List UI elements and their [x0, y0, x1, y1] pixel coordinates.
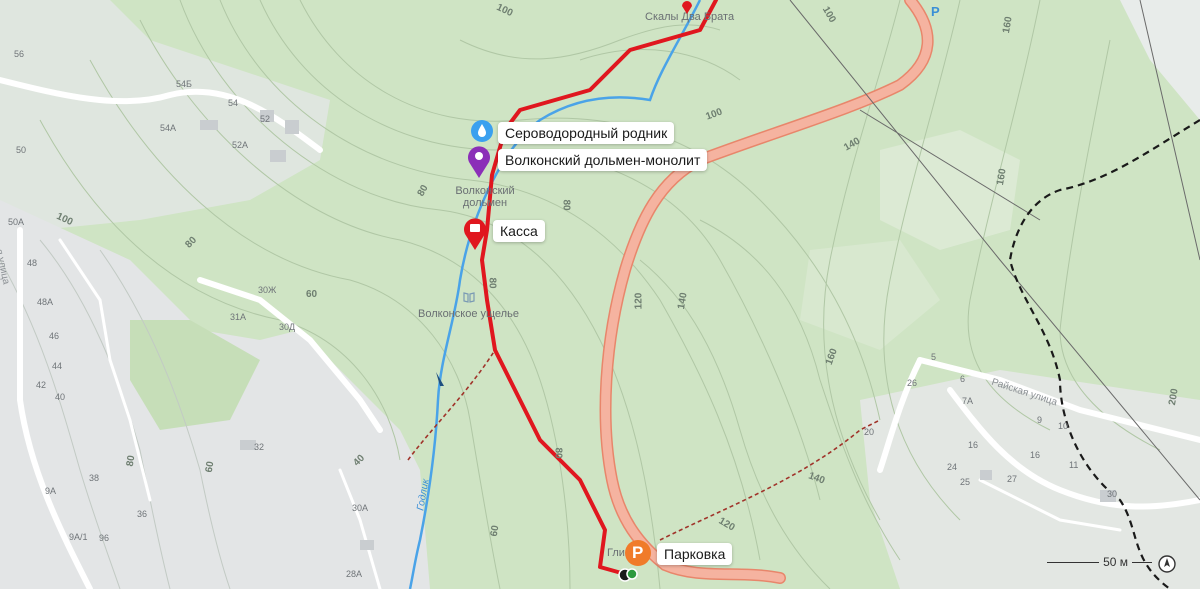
house-number: 26: [907, 378, 918, 388]
house-number: 6: [960, 374, 966, 384]
house-number: 20: [864, 427, 875, 437]
kassa-callout[interactable]: Касса: [493, 220, 545, 242]
spring-callout[interactable]: Сероводородный родник: [498, 122, 675, 144]
dolmen-sub-label: Волконский дольмен: [455, 185, 515, 209]
house-number: 40: [55, 392, 66, 402]
house-number: 11: [1069, 460, 1079, 470]
contour-label: 80: [552, 447, 564, 459]
house-number: 28А: [346, 569, 363, 579]
rocks-pin-icon[interactable]: [680, 0, 694, 14]
map-view[interactable]: 100 100 100 100 140 160 160 160 140 140 …: [0, 0, 1200, 589]
house-number: 42: [36, 380, 47, 390]
scale-bar: 50 м: [1043, 555, 1156, 569]
house-number: 52: [260, 114, 271, 124]
house-number: 36: [137, 509, 148, 519]
house-number: 48А: [37, 297, 54, 307]
compass-icon[interactable]: [1158, 555, 1176, 573]
house-number: 9: [1037, 415, 1043, 425]
glin-label: Гли: [607, 547, 625, 559]
house-number: 30: [1107, 489, 1118, 499]
house-number: 16: [968, 440, 979, 450]
house-number: 9А/1: [69, 532, 88, 542]
house-number: 31А: [230, 312, 247, 322]
water-drop-icon[interactable]: [470, 119, 494, 143]
contour-label: 80: [560, 199, 572, 211]
contour-label: 80: [486, 277, 498, 289]
house-number: 54: [228, 98, 239, 108]
house-number: 24: [947, 462, 958, 472]
house-number: 54Б: [176, 79, 192, 89]
house-number: 30Д: [279, 322, 296, 332]
contour-label: 60: [306, 289, 318, 300]
scale-bar-line: [1047, 561, 1100, 563]
parking-map-icon: P: [931, 4, 940, 19]
house-number: 38: [89, 473, 100, 483]
house-number: 50: [16, 145, 27, 155]
house-number: 5: [931, 352, 937, 362]
parking-glyph: P: [632, 543, 644, 562]
house-number: 54А: [160, 123, 177, 133]
parking-callout[interactable]: Парковка: [657, 543, 733, 565]
house-number: 10: [1058, 421, 1069, 431]
contour-label: 60: [488, 524, 502, 538]
contour-label: 60: [203, 460, 217, 474]
house-number: 56: [14, 49, 25, 59]
route-end-marker[interactable]: [626, 568, 638, 580]
house-number: 30Ж: [258, 285, 277, 295]
house-number: 44: [52, 361, 63, 371]
house-number: 9А: [45, 486, 57, 496]
house-number: 25: [960, 477, 971, 487]
contour-label: 80: [124, 454, 138, 468]
scale-bar-line: [1132, 561, 1152, 563]
book-icon[interactable]: [463, 291, 475, 303]
gorge-label: Волконское ущелье: [418, 308, 519, 320]
house-number: 7А: [962, 396, 974, 406]
ticket-office-pin-icon[interactable]: [462, 216, 488, 250]
house-number: 46: [49, 331, 60, 341]
house-number: 30А: [352, 503, 369, 513]
dolmen-pin-icon[interactable]: [466, 144, 492, 178]
house-number: 32: [254, 442, 265, 452]
house-number: 27: [1007, 474, 1018, 484]
contour-label: 120: [633, 292, 645, 310]
house-number: 48: [27, 258, 38, 268]
dolmen-callout[interactable]: Волконский дольмен-монолит: [498, 149, 708, 171]
house-number: 16: [1030, 450, 1041, 460]
house-number: 96: [99, 533, 110, 543]
house-number: 50А: [8, 217, 25, 227]
scale-label: 50 м: [1103, 555, 1128, 569]
house-number: 52А: [232, 140, 249, 150]
